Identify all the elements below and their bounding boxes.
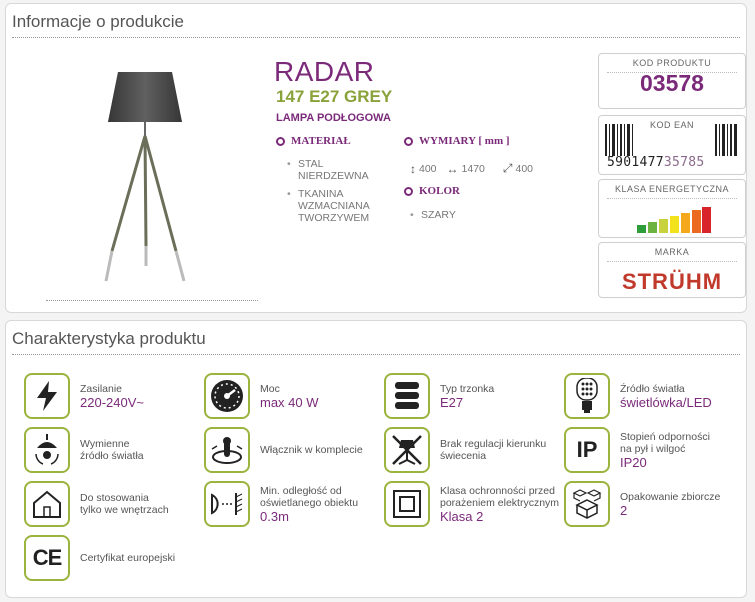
feature-ip-rating: IP Stopień odporności na pył i wilgoć IP2… bbox=[564, 427, 710, 473]
led-bulb-icon bbox=[564, 373, 610, 419]
ip-icon: IP bbox=[564, 427, 610, 473]
feature-label: Min. odległość od oświetlanego obiektu bbox=[260, 484, 359, 509]
feature-replaceable-source: Wymienne źródło światła bbox=[24, 427, 150, 473]
energy-class-label: KLASA ENERGETYCZNA bbox=[614, 184, 730, 194]
feature-socket-type: Typ trzonka E27 bbox=[384, 373, 494, 419]
feature-switch-included: Włącznik w komplecie bbox=[204, 427, 363, 473]
feature-value: Klasa 2 bbox=[440, 508, 484, 524]
material-item: STAL NIERDZEWNA bbox=[287, 158, 388, 182]
energy-class-box: KLASA ENERGETYCZNA bbox=[598, 179, 746, 238]
feature-ce-certificate: CE Certyfikat europejski bbox=[24, 535, 175, 581]
product-characteristics-panel: Charakterystyka produktu Zasilanie 220-24… bbox=[5, 320, 747, 598]
feature-value: 0.3m bbox=[260, 508, 289, 524]
feature-value: IP20 bbox=[620, 454, 647, 470]
width-arrow-icon: ↔ bbox=[446, 161, 459, 176]
feature-power-supply: Zasilanie 220-240V~ bbox=[24, 373, 144, 419]
title-divider bbox=[12, 37, 740, 38]
product-code: 03578 bbox=[640, 70, 704, 96]
bullet-ring-icon bbox=[404, 186, 413, 196]
switch-icon bbox=[204, 427, 250, 473]
ce-icon: CE bbox=[24, 535, 70, 581]
boxes-icon bbox=[564, 481, 610, 527]
feature-power: Moc max 40 W bbox=[204, 373, 319, 419]
feature-label: Stopień odporności na pył i wilgoć bbox=[620, 430, 710, 455]
box-divider bbox=[607, 72, 737, 73]
ean-code: 590147735785 bbox=[607, 155, 705, 170]
bullet-ring-icon bbox=[404, 136, 413, 146]
energy-scale-icon bbox=[637, 207, 711, 233]
feature-label: Klasa ochronności przed porażeniem elekt… bbox=[440, 484, 560, 509]
distance-icon bbox=[204, 481, 250, 527]
class2-icon bbox=[384, 481, 430, 527]
brand-label: MARKA bbox=[654, 247, 690, 257]
feature-bulk-packaging: Opakowanie zbiorcze 2 bbox=[564, 481, 720, 527]
bulb-replace-icon bbox=[24, 427, 70, 473]
gauge-icon bbox=[204, 373, 250, 419]
feature-value: 2 bbox=[620, 502, 628, 518]
product-name: RADAR bbox=[274, 56, 375, 87]
box-divider bbox=[607, 261, 737, 262]
product-variant: 147 E27 GREY bbox=[276, 87, 393, 106]
bullet-ring-icon bbox=[276, 136, 285, 146]
feature-label: Moc bbox=[260, 382, 280, 395]
ean-label: KOD EAN bbox=[645, 120, 699, 130]
dimensions-row: ↕ 400 ↔ 1470 ⤢ 400 bbox=[410, 161, 534, 176]
material-heading: MATERIAŁ bbox=[276, 135, 351, 147]
feature-label: Zasilanie bbox=[80, 382, 123, 395]
diagonal-arrow-icon: ⤢ bbox=[502, 161, 513, 175]
feature-protection-class: Klasa ochronności przed porażeniem elekt… bbox=[384, 481, 560, 527]
feature-label: Do stosowania tylko we wnętrzach bbox=[80, 492, 169, 516]
feature-no-direction-adjustment: Brak regulacji kierunku świecenia bbox=[384, 427, 550, 473]
feature-label: Wymienne źródło światła bbox=[80, 438, 144, 462]
box-divider bbox=[607, 198, 737, 199]
brand-logo: STRÜHM bbox=[621, 269, 723, 294]
feature-value: max 40 W bbox=[260, 394, 319, 410]
feature-label: Opakowanie zbiorcze bbox=[620, 490, 721, 503]
section-title-product-info: Informacje o produkcie bbox=[12, 12, 184, 31]
title-divider bbox=[12, 354, 740, 355]
feature-label: Brak regulacji kierunku świecenia bbox=[440, 438, 547, 462]
lightning-icon bbox=[24, 373, 70, 419]
height-arrow-icon: ↕ bbox=[410, 161, 416, 176]
color-item: SZARY bbox=[410, 209, 456, 221]
material-item: TKANINA WZMACNIANA TWORZYWEM bbox=[287, 188, 388, 224]
feature-value: świetlówka/LED bbox=[620, 394, 712, 410]
feature-indoor-only: Do stosowania tylko we wnętrzach bbox=[24, 481, 170, 527]
dimensions-heading: WYMIARY [ mm ] bbox=[404, 135, 510, 147]
product-type: LAMPA PODŁOGOWA bbox=[276, 112, 391, 124]
brand-box: MARKA STRÜHM bbox=[598, 242, 746, 298]
image-divider bbox=[46, 300, 258, 301]
product-image bbox=[104, 72, 186, 282]
house-icon bbox=[24, 481, 70, 527]
feature-value: 220-240V~ bbox=[80, 394, 144, 410]
product-code-box: KOD PRODUKTU 03578 bbox=[598, 53, 746, 109]
ean-box: KOD EAN 590147735785 bbox=[598, 115, 746, 175]
product-info-panel: Informacje o produkcie RADAR 147 E27 GRE… bbox=[5, 3, 747, 313]
section-title-characteristics: Charakterystyka produktu bbox=[12, 329, 206, 348]
socket-icon bbox=[384, 373, 430, 419]
feature-label: Typ trzonka bbox=[440, 382, 495, 395]
product-code-label: KOD PRODUKTU bbox=[632, 58, 712, 68]
no-direction-icon bbox=[384, 427, 430, 473]
feature-value: E27 bbox=[440, 394, 464, 410]
feature-light-source: Źródło światła świetlówka/LED bbox=[564, 373, 712, 419]
feature-label: Źródło światła bbox=[620, 382, 685, 395]
feature-min-distance: Min. odległość od oświetlanego obiektu 0.… bbox=[204, 481, 370, 527]
feature-label: Włącznik w komplecie bbox=[260, 444, 363, 456]
color-heading: KOLOR bbox=[404, 185, 460, 197]
feature-label: Certyfikat europejski bbox=[80, 552, 176, 564]
